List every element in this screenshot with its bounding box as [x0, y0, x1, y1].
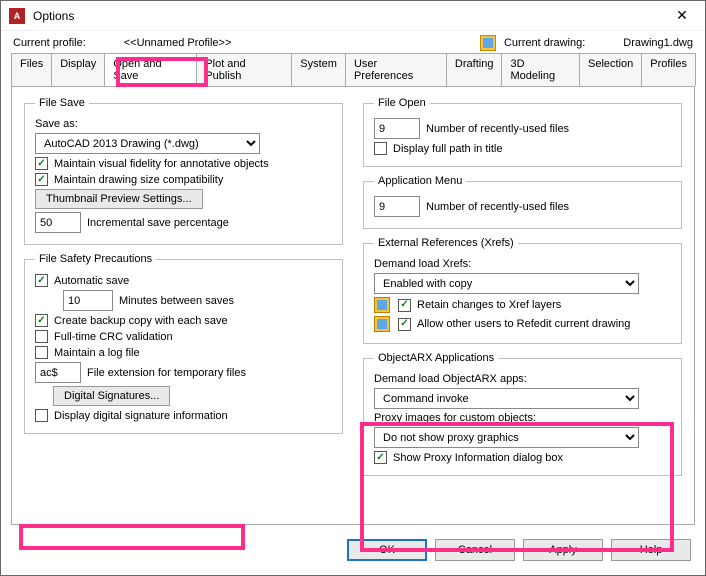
label-compat: Maintain drawing size compatibility — [54, 174, 223, 186]
window-title: Options — [33, 9, 667, 23]
checkbox-refedit[interactable] — [398, 318, 411, 331]
tab-display[interactable]: Display — [51, 53, 105, 86]
tab-content: File Save Save as: AutoCAD 2013 Drawing … — [11, 86, 695, 525]
legend-file-open: File Open — [374, 97, 430, 109]
autosave-minutes-label: Minutes between saves — [119, 295, 234, 307]
legend-file-save: File Save — [35, 97, 89, 109]
tab-drafting[interactable]: Drafting — [446, 53, 503, 86]
checkbox-autosave[interactable] — [35, 274, 48, 287]
drawing-icon — [374, 297, 390, 313]
label-retain-xref: Retain changes to Xref layers — [417, 299, 561, 311]
incremental-save-label: Incremental save percentage — [87, 217, 229, 229]
options-window: A Options ✕ Current profile: <<Unnamed P… — [0, 0, 706, 576]
drawing-icon — [374, 316, 390, 332]
save-as-label: Save as: — [35, 118, 78, 130]
checkbox-display-sig[interactable] — [35, 409, 48, 422]
current-profile-value: <<Unnamed Profile>> — [124, 37, 232, 49]
label-logfile: Maintain a log file — [54, 347, 140, 359]
apply-button[interactable]: Apply — [523, 539, 603, 561]
checkbox-show-proxy[interactable] — [374, 451, 387, 464]
checkbox-crc[interactable] — [35, 330, 48, 343]
save-as-select[interactable]: AutoCAD 2013 Drawing (*.dwg) — [35, 133, 260, 154]
recent-files-label: Number of recently-used files — [426, 123, 569, 135]
cancel-button[interactable]: Cancel — [435, 539, 515, 561]
label-annotative: Maintain visual fidelity for annotative … — [54, 158, 269, 170]
ok-button[interactable]: OK — [347, 539, 427, 561]
tab-profiles[interactable]: Profiles — [641, 53, 696, 86]
titlebar: A Options ✕ — [1, 1, 705, 31]
tab-3d-modeling[interactable]: 3D Modeling — [501, 53, 580, 86]
arx-demand-select[interactable]: Command invoke — [374, 388, 639, 409]
tab-open-and-save[interactable]: Open and Save — [104, 53, 197, 86]
checkbox-fullpath[interactable] — [374, 142, 387, 155]
header-row: Current profile: <<Unnamed Profile>> Cur… — [1, 31, 705, 53]
left-column: File Save Save as: AutoCAD 2013 Drawing … — [24, 97, 343, 518]
group-xrefs: External References (Xrefs) Demand load … — [363, 237, 682, 344]
group-app-menu: Application Menu Number of recently-used… — [363, 175, 682, 229]
tab-system[interactable]: System — [291, 53, 346, 86]
legend-app-menu: Application Menu — [374, 175, 466, 187]
label-refedit: Allow other users to Refedit current dra… — [417, 318, 630, 330]
checkbox-compat[interactable] — [35, 173, 48, 186]
label-crc: Full-time CRC validation — [54, 331, 173, 343]
temp-ext-label: File extension for temporary files — [87, 367, 246, 379]
close-icon[interactable]: ✕ — [667, 7, 697, 24]
group-file-open: File Open Number of recently-used files … — [363, 97, 682, 167]
legend-file-safety: File Safety Precautions — [35, 253, 156, 265]
current-profile-label: Current profile: — [13, 37, 86, 49]
label-autosave: Automatic save — [54, 275, 129, 287]
group-file-save: File Save Save as: AutoCAD 2013 Drawing … — [24, 97, 343, 245]
autosave-minutes-input[interactable] — [63, 290, 113, 311]
label-fullpath: Display full path in title — [393, 143, 502, 155]
xref-demand-label: Demand load Xrefs: — [374, 258, 471, 270]
digital-signatures-button[interactable]: Digital Signatures... — [53, 386, 170, 406]
drawing-icon — [480, 35, 496, 51]
legend-xrefs: External References (Xrefs) — [374, 237, 518, 249]
checkbox-backup[interactable] — [35, 314, 48, 327]
thumbnail-settings-button[interactable]: Thumbnail Preview Settings... — [35, 189, 203, 209]
checkbox-logfile[interactable] — [35, 346, 48, 359]
app-icon: A — [9, 8, 25, 24]
label-backup: Create backup copy with each save — [54, 315, 228, 327]
tab-user-preferences[interactable]: User Preferences — [345, 53, 447, 86]
current-drawing-value: Drawing1.dwg — [623, 37, 693, 49]
proxy-images-label: Proxy images for custom objects: — [374, 412, 536, 424]
tab-selection[interactable]: Selection — [579, 53, 642, 86]
group-file-safety: File Safety Precautions Automatic save M… — [24, 253, 343, 434]
tab-files[interactable]: Files — [11, 53, 52, 86]
appmenu-recent-label: Number of recently-used files — [426, 201, 569, 213]
label-show-proxy: Show Proxy Information dialog box — [393, 452, 563, 464]
appmenu-recent-input[interactable] — [374, 196, 420, 217]
temp-ext-input[interactable] — [35, 362, 81, 383]
dialog-buttons: OK Cancel Apply Help — [1, 531, 705, 575]
current-drawing-label: Current drawing: — [504, 37, 585, 49]
tab-plot-and-publish[interactable]: Plot and Publish — [196, 53, 292, 86]
label-display-sig: Display digital signature information — [54, 410, 228, 422]
legend-objectarx: ObjectARX Applications — [374, 352, 498, 364]
tab-strip: Files Display Open and Save Plot and Pub… — [1, 53, 705, 86]
checkbox-retain-xref[interactable] — [398, 299, 411, 312]
incremental-save-input[interactable] — [35, 212, 81, 233]
recent-files-input[interactable] — [374, 118, 420, 139]
arx-demand-label: Demand load ObjectARX apps: — [374, 373, 527, 385]
right-column: File Open Number of recently-used files … — [363, 97, 682, 518]
help-button[interactable]: Help — [611, 539, 691, 561]
xref-demand-select[interactable]: Enabled with copy — [374, 273, 639, 294]
checkbox-annotative[interactable] — [35, 157, 48, 170]
group-objectarx: ObjectARX Applications Demand load Objec… — [363, 352, 682, 476]
proxy-images-select[interactable]: Do not show proxy graphics — [374, 427, 639, 448]
